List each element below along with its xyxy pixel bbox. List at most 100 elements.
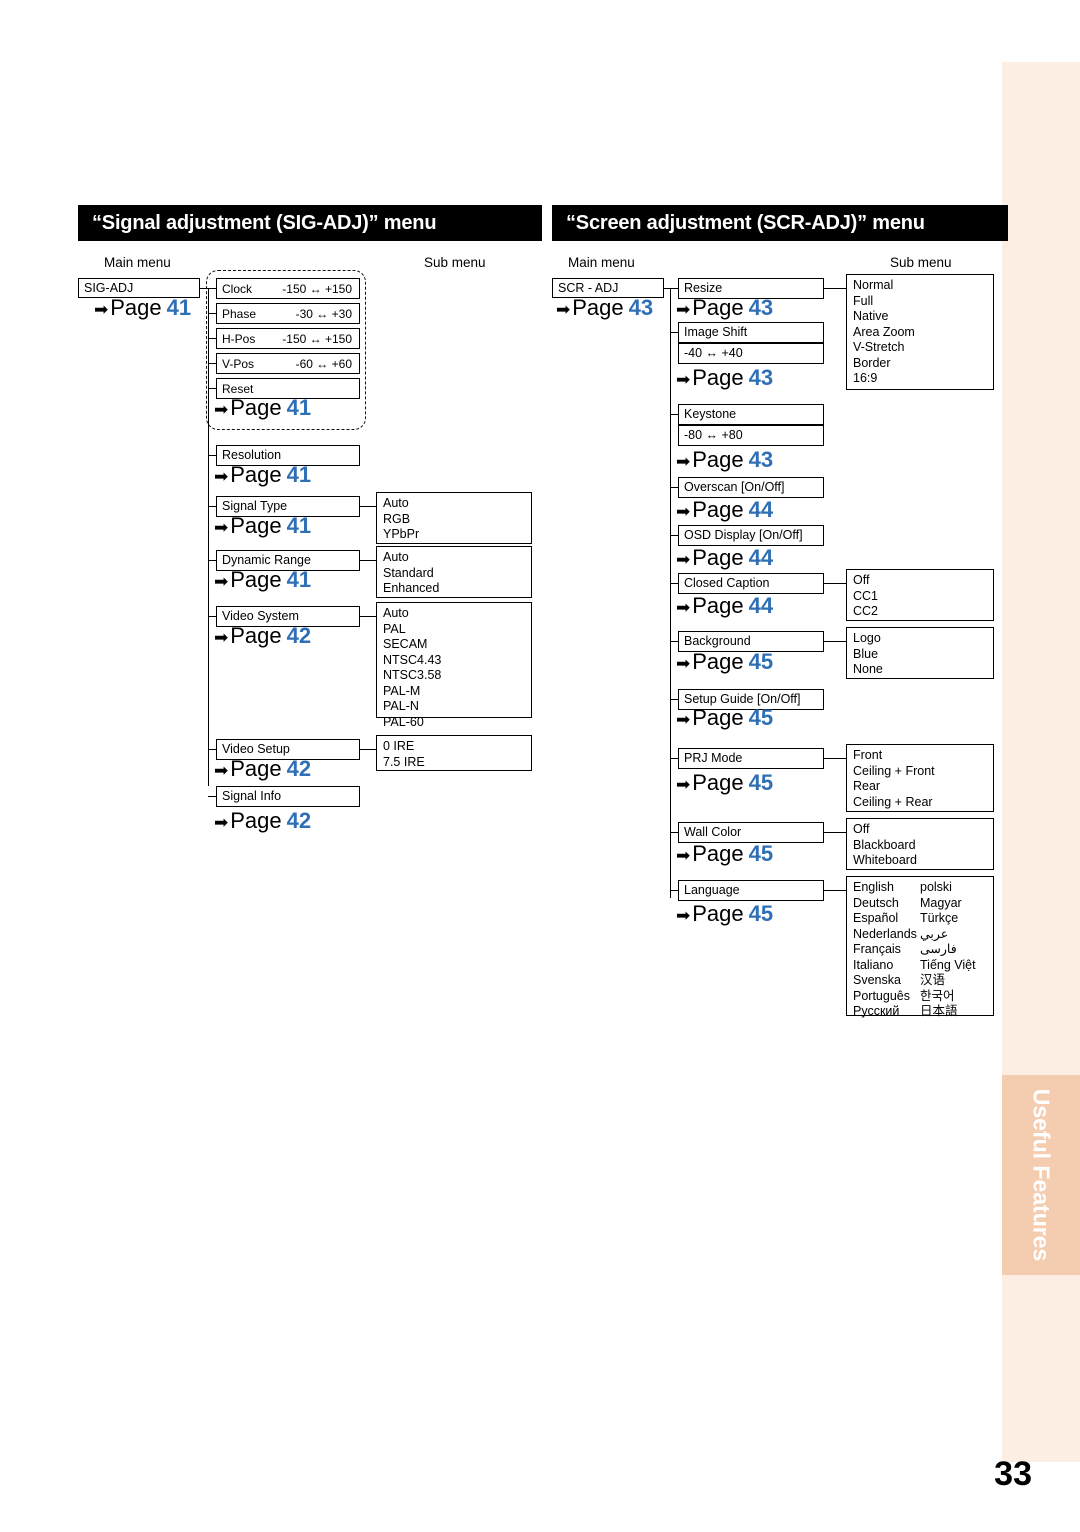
right-wall-color-page-ref: ➡ Page 45: [676, 841, 774, 866]
tick: [208, 363, 216, 364]
arrow-icon: ➡: [676, 300, 691, 319]
tick: [208, 560, 216, 561]
right-prj-mode-page-ref: ➡ Page 45: [676, 770, 774, 795]
right-background-page-ref: ➡ Page 45: [676, 649, 774, 674]
right-closed-caption-options: Off CC1 CC2: [846, 569, 994, 621]
tick: [208, 506, 216, 507]
connector-spine: [670, 288, 671, 898]
right-item-keystone: Keystone: [678, 404, 824, 425]
tick: [670, 699, 678, 700]
left-dynamic-range-page-ref: ➡ Page 41: [214, 567, 312, 592]
tick: [670, 832, 678, 833]
tick: [824, 890, 846, 891]
right-prj-mode-options: Front Ceiling + Front Rear Ceiling + Rea…: [846, 744, 994, 812]
tick: [824, 832, 846, 833]
right-sub-menu-label: Sub menu: [890, 255, 952, 270]
arrow-icon: ➡: [676, 550, 691, 569]
tick: [670, 487, 678, 488]
left-video-system-options: Auto PAL SECAM NTSC4.43 NTSC3.58 PAL-M P…: [376, 602, 532, 729]
arrow-icon: ➡: [214, 761, 229, 780]
right-main-menu-label: Main menu: [568, 255, 635, 270]
language-column-2: polski Magyar Türkçe عربي فارسی Tiếng Vi…: [920, 880, 976, 1018]
left-main-page-ref: ➡ Page 41: [94, 295, 192, 320]
right-language-page-ref: ➡ Page 45: [676, 901, 774, 926]
arrow-icon: ➡: [676, 370, 691, 389]
left-resolution-page-ref: ➡ Page 41: [214, 462, 312, 487]
tick: [360, 616, 376, 617]
tick: [670, 414, 678, 415]
left-dynamic-range-options: Auto Standard Enhanced: [376, 546, 532, 598]
right-language-options: English Deutsch Español Nederlands Franç…: [846, 876, 994, 1018]
left-main-menu-label: Main menu: [104, 255, 171, 270]
tick: [208, 616, 216, 617]
side-tab-label: Useful Features: [1028, 1088, 1055, 1262]
tick: [824, 288, 846, 289]
right-overscan-page-ref: ➡ Page 44: [676, 497, 774, 522]
arrow-icon: ➡: [676, 846, 691, 865]
arrow-icon: ➡: [214, 400, 229, 419]
left-section-header: “Signal adjustment (SIG-ADJ)” menu: [78, 205, 542, 241]
right-main-page-ref: ➡ Page 43: [556, 295, 654, 320]
right-item-wall-color: Wall Color: [678, 822, 824, 843]
tick: [360, 506, 376, 507]
left-item-phase: Phase -30 ↔ +30: [216, 303, 360, 324]
tick: [360, 749, 376, 750]
tick: [208, 455, 216, 456]
tick: [824, 641, 846, 642]
right-keystone-range: -80 ↔ +80: [678, 425, 824, 446]
tick: [670, 890, 678, 891]
tick: [208, 388, 216, 389]
arrow-icon: ➡: [214, 813, 229, 832]
tick: [824, 758, 846, 759]
tick: [208, 796, 216, 797]
right-setup-guide-page-ref: ➡ Page 45: [676, 705, 774, 730]
right-item-overscan: Overscan [On/Off]: [678, 477, 824, 498]
arrow-icon: ➡: [556, 300, 571, 319]
left-item-clock: Clock -150 ↔ +150: [216, 278, 360, 299]
left-video-setup-options: 0 IRE 7.5 IRE: [376, 735, 532, 771]
tick: [208, 749, 216, 750]
left-item-signal-info: Signal Info: [216, 786, 360, 807]
right-section-header: “Screen adjustment (SCR-ADJ)” menu: [552, 205, 1008, 241]
tick: [670, 641, 678, 642]
left-signal-type-page-ref: ➡ Page 41: [214, 513, 312, 538]
tick: [824, 583, 846, 584]
page-number: 33: [994, 1455, 1032, 1493]
left-video-setup-page-ref: ➡ Page 42: [214, 756, 312, 781]
right-closed-caption-page-ref: ➡ Page 44: [676, 593, 774, 618]
right-image-shift-page-ref: ➡ Page 43: [676, 365, 774, 390]
right-image-shift-range: -40 ↔ +40: [678, 343, 824, 364]
language-column-1: English Deutsch Español Nederlands Franç…: [853, 880, 917, 1018]
right-wall-color-options: Off Blackboard Whiteboard: [846, 818, 994, 870]
tick: [670, 535, 678, 536]
left-sub-menu-label: Sub menu: [424, 255, 486, 270]
right-item-closed-caption: Closed Caption: [678, 573, 824, 594]
arrow-icon: ➡: [214, 518, 229, 537]
tick: [670, 758, 678, 759]
left-signal-type-options: Auto RGB YPbPr: [376, 492, 532, 544]
arrow-icon: ➡: [214, 628, 229, 647]
tick: [670, 288, 678, 289]
tick: [670, 583, 678, 584]
tick: [208, 338, 216, 339]
left-item-vpos: V-Pos -60 ↔ +60: [216, 353, 360, 374]
side-tab: Useful Features: [1002, 1075, 1080, 1275]
left-signal-info-page-ref: ➡ Page 42: [214, 808, 312, 833]
arrow-icon: ➡: [676, 775, 691, 794]
arrow-icon: ➡: [214, 467, 229, 486]
arrow-icon: ➡: [94, 300, 109, 319]
arrow-icon: ➡: [676, 502, 691, 521]
right-background-options: Logo Blue None: [846, 627, 994, 679]
arrow-icon: ➡: [676, 654, 691, 673]
arrow-icon: ➡: [214, 572, 229, 591]
right-resize-options: Normal Full Native Area Zoom V-Stretch B…: [846, 274, 994, 390]
right-item-prj-mode: PRJ Mode: [678, 748, 824, 769]
tick: [670, 332, 678, 333]
right-item-image-shift: Image Shift: [678, 322, 824, 343]
arrow-icon: ➡: [676, 598, 691, 617]
left-video-system-page-ref: ➡ Page 42: [214, 623, 312, 648]
left-group-page-ref: ➡ Page 41: [214, 395, 312, 420]
tick: [208, 288, 216, 289]
right-keystone-page-ref: ➡ Page 43: [676, 447, 774, 472]
arrow-icon: ➡: [676, 452, 691, 471]
